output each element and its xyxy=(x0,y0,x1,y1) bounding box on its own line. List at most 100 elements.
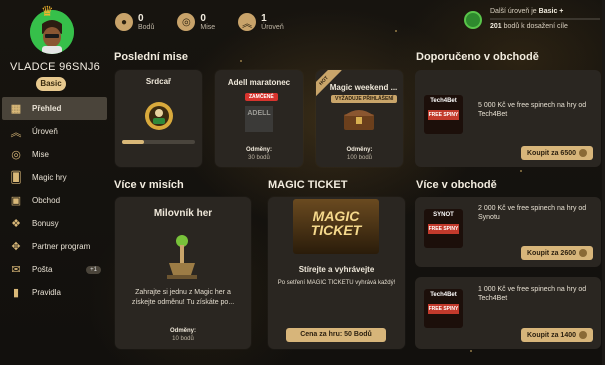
shop-tag: FREE SPINY xyxy=(428,304,459,314)
reward-value: 30 bodů xyxy=(248,155,270,161)
sidebar-item-label: Bonusy xyxy=(32,219,59,228)
sidebar-item-prehled[interactable]: ▦ Přehled xyxy=(2,97,107,120)
shop-description: 5 000 Kč ve free spinech na hry od Tech4… xyxy=(478,102,587,118)
next-level-text: Další úroveň je Basic + xyxy=(490,8,600,15)
shop-card[interactable]: Tech4Bet FREE SPINY 1 000 Kč ve free spi… xyxy=(415,277,601,349)
grid-icon: ▦ xyxy=(10,103,22,115)
sidebar-nav: ▦ Přehled ︽ Úroveň ◎ Mise 🂠 Magic hry ▣ … xyxy=(2,97,107,304)
level-pill: Basic xyxy=(36,77,66,91)
sidebar-item-magic-hry[interactable]: 🂠 Magic hry xyxy=(2,166,107,189)
shop-card[interactable]: Tech4Bet FREE SPINY 5 000 Kč ve free spi… xyxy=(415,70,601,167)
shop-card[interactable]: SYNOT FREE SPINY 2 000 Kč ve free spinec… xyxy=(415,197,601,267)
section-title-magic-ticket: MAGIC TICKET xyxy=(268,179,348,191)
stat-value: 0 xyxy=(138,13,144,24)
mission-title: Adell maratonec xyxy=(227,78,291,87)
mission-reward: Odměny: 100 bodů xyxy=(316,146,403,162)
login-required-badge: VYŽADUJE PŘIHLÁŠENÍ xyxy=(331,95,398,103)
sidebar-item-posta[interactable]: ✉ Pošta +1 xyxy=(2,258,107,281)
shop-thumbnail: Tech4Bet FREE SPINY xyxy=(424,95,463,134)
reward-label: Odměny: xyxy=(169,328,196,334)
stat-level: ︽ 1 Úroveň xyxy=(238,8,284,36)
target-icon: ◎ xyxy=(11,149,21,161)
mission-card[interactable]: HOT Magic weekend ... VYŽADUJE PŘIHLÁŠEN… xyxy=(316,70,403,167)
sidebar-item-label: Obchod xyxy=(32,196,61,205)
buy-button[interactable]: Koupit za 6500 xyxy=(520,146,593,160)
ticket-title: Stírejte a vyhrávejte xyxy=(298,265,375,274)
sidebar-item-mise[interactable]: ◎ Mise xyxy=(2,143,107,166)
shop-logo: SYNOT xyxy=(433,212,454,218)
next-level-progress: Další úroveň je Basic + 201 bodů k dosaž… xyxy=(464,8,600,30)
stat-label: Úroveň xyxy=(261,24,284,31)
username: VLADCE 96SNJ6 xyxy=(9,61,101,73)
next-level-bar xyxy=(490,18,600,20)
mission-reward: Odměny: 30 bodů xyxy=(215,146,303,162)
mission-card[interactable]: Srdcař xyxy=(115,70,202,167)
points-needed-text: 201 bodů k dosažení cíle xyxy=(490,23,600,30)
sidebar-item-bonusy[interactable]: ❖ Bonusy xyxy=(2,212,107,235)
buy-button[interactable]: Koupit za 2600 xyxy=(520,246,593,260)
ticket-description: Po setření MAGIC TICKETU vyhrává každý! xyxy=(277,280,396,286)
mission-card-large[interactable]: Milovník her Zahrajte si jednu z Magic h… xyxy=(115,197,251,349)
coin-icon xyxy=(579,249,587,257)
shop-logo: Tech4Bet xyxy=(430,292,457,298)
shop-thumbnail: SYNOT FREE SPINY xyxy=(424,209,463,248)
chevrons-up-icon: ︽ xyxy=(238,13,257,31)
sidebar-item-obchod[interactable]: ▣ Obchod xyxy=(2,189,107,212)
stat-value: 0 xyxy=(200,13,206,24)
handshake-icon: ✥ xyxy=(11,241,21,253)
joystick-trophy-icon xyxy=(167,235,197,279)
sidebar-item-label: Mise xyxy=(32,150,49,159)
locked-badge: ZAMČENÉ xyxy=(245,93,278,101)
sidebar-item-label: Pravidla xyxy=(32,288,61,297)
sidebar-item-label: Úroveň xyxy=(32,127,58,136)
sparkle xyxy=(395,30,397,32)
sidebar-item-partner-program[interactable]: ✥ Partner program xyxy=(2,235,107,258)
shop-thumbnail: Tech4Bet FREE SPINY xyxy=(424,289,463,328)
buy-button[interactable]: Koupit za 1400 xyxy=(520,328,593,342)
shop-description: 1 000 Kč ve free spinech na hry od Tech4… xyxy=(478,286,587,302)
mail-count-badge: +1 xyxy=(86,265,101,274)
sidebar: ♛ VLADCE 96SNJ6 Basic ▦ Přehled ︽ Úroveň… xyxy=(0,0,110,365)
mission-card[interactable]: Adell maratonec ZAMČENÉ ADELL Odměny: 30… xyxy=(215,70,303,167)
section-title-recommended: Doporučeno v obchodě xyxy=(416,51,539,63)
cards-icon: 🂠 xyxy=(10,172,22,184)
reward-label: Odměny: xyxy=(245,147,272,153)
reward-label: Odměny: xyxy=(346,147,373,153)
buy-button-label: Koupit za 1400 xyxy=(526,331,576,339)
ticket-play-button[interactable]: Cena za hru: 50 Bodů xyxy=(286,328,386,342)
sidebar-item-label: Magic hry xyxy=(32,173,67,182)
section-title-more-shop: Více v obchodě xyxy=(416,179,497,191)
next-level-name: Basic + xyxy=(538,8,564,15)
coin-icon xyxy=(579,149,587,157)
magic-ticket-card[interactable]: MAGIC TICKET Stírejte a vyhrávejte Po se… xyxy=(268,197,405,349)
target-icon: ◎ xyxy=(177,13,196,31)
adell-logo-text: ADELL xyxy=(247,110,271,117)
magic-ticket-image: MAGIC TICKET xyxy=(293,199,379,254)
sidebar-item-uroven[interactable]: ︽ Úroveň xyxy=(2,120,107,143)
heart-medal-icon xyxy=(145,102,173,130)
sidebar-item-label: Partner program xyxy=(32,242,91,251)
next-level-prefix: Další úroveň je xyxy=(490,8,537,15)
mission-description: Zahrajte si jednu z Magic her a získejte… xyxy=(131,289,235,306)
shop-description: 2 000 Kč ve free spinech na hry od Synot… xyxy=(478,205,587,221)
sidebar-item-label: Přehled xyxy=(32,104,62,113)
coins-icon: ● xyxy=(115,13,133,31)
shop-tag: FREE SPINY xyxy=(428,110,459,120)
mission-progress-fill xyxy=(122,140,144,144)
stat-missions: ◎ 0 Mise xyxy=(177,8,215,36)
shop-tag: FREE SPINY xyxy=(428,224,459,234)
sidebar-item-pravidla[interactable]: ▮ Pravidla xyxy=(2,281,107,304)
treasure-chest-icon xyxy=(344,110,374,130)
reward-value: 100 bodů xyxy=(346,155,373,161)
stats-bar: ● 0 Bodů ◎ 0 Mise ︽ 1 Úroveň xyxy=(115,8,307,36)
reward-value: 10 bodů xyxy=(172,336,194,342)
stat-label: Mise xyxy=(200,24,216,31)
mission-progress-bar xyxy=(122,140,195,144)
stat-value: 1 xyxy=(261,13,267,24)
stat-label: Bodů xyxy=(138,24,155,31)
adell-logo: ADELL xyxy=(245,106,273,132)
sidebar-item-label: Pošta xyxy=(32,265,53,274)
mission-reward: Odměny: 10 bodů xyxy=(115,327,251,343)
chevrons-up-icon: ︽ xyxy=(10,126,22,139)
crown-icon: ♛ xyxy=(41,3,54,19)
